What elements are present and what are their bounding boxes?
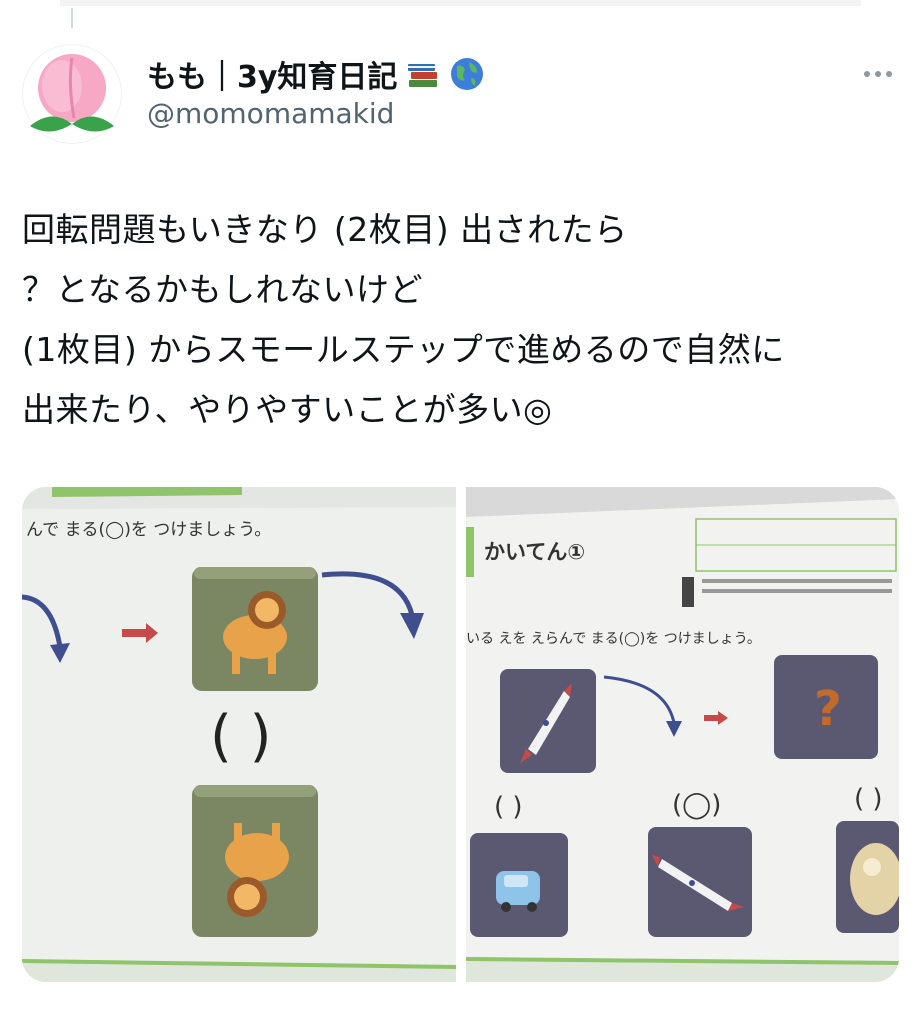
thread-line: [71, 8, 73, 28]
answer-parentheses: ( ): [210, 704, 272, 769]
display-name[interactable]: もも｜3y知育日記: [147, 52, 397, 96]
instruction-text: いる えを えらんで まる(◯)を つけましょう。: [466, 631, 761, 647]
instruction-text: んで まる(◯)を つけましょう。: [26, 520, 271, 540]
choice-paren: ( ): [854, 784, 883, 814]
tweet-line: ？となるかもしれないけど: [22, 270, 424, 309]
tweet-line: 回転問題もいきなり (2枚目) 出されたら: [22, 210, 628, 249]
worksheet-title: かいてん①: [484, 540, 585, 564]
tweet-text: 回転問題もいきなり (2枚目) 出されたら ？となるかもしれないけど (1枚目)…: [22, 200, 902, 440]
previous-tweet-divider: [60, 0, 861, 6]
more-options-icon[interactable]: [860, 60, 896, 88]
choice-paren: ( ): [494, 792, 523, 822]
choice-paren: (◯): [672, 790, 721, 820]
author-name-row[interactable]: もも｜3y知育日記: [147, 52, 485, 96]
tweet-line: 出来たり、やりやすいことが多い◎: [22, 390, 553, 429]
worksheet-photo-rocket: かいてん① いる えを えらんで まる(◯)を つけましょう。 ? ( ) (◯…: [466, 487, 899, 982]
books-icon: [408, 64, 438, 87]
author-handle[interactable]: @momomamakid: [147, 97, 394, 130]
tweet-photo-1[interactable]: んで まる(◯)を つけましょう。 ( ): [22, 487, 456, 982]
globe-icon: [451, 58, 484, 90]
tweet-photo-2[interactable]: かいてん① いる えを えらんで まる(◯)を つけましょう。 ? ( ) (◯…: [466, 487, 899, 982]
tweet-line: (1枚目) からスモールステップで進めるので自然に: [22, 330, 785, 369]
worksheet-photo-lion: んで まる(◯)を つけましょう。 ( ): [22, 487, 456, 982]
peach-icon: [30, 54, 114, 132]
question-mark: ?: [814, 681, 842, 737]
avatar[interactable]: [22, 44, 122, 144]
